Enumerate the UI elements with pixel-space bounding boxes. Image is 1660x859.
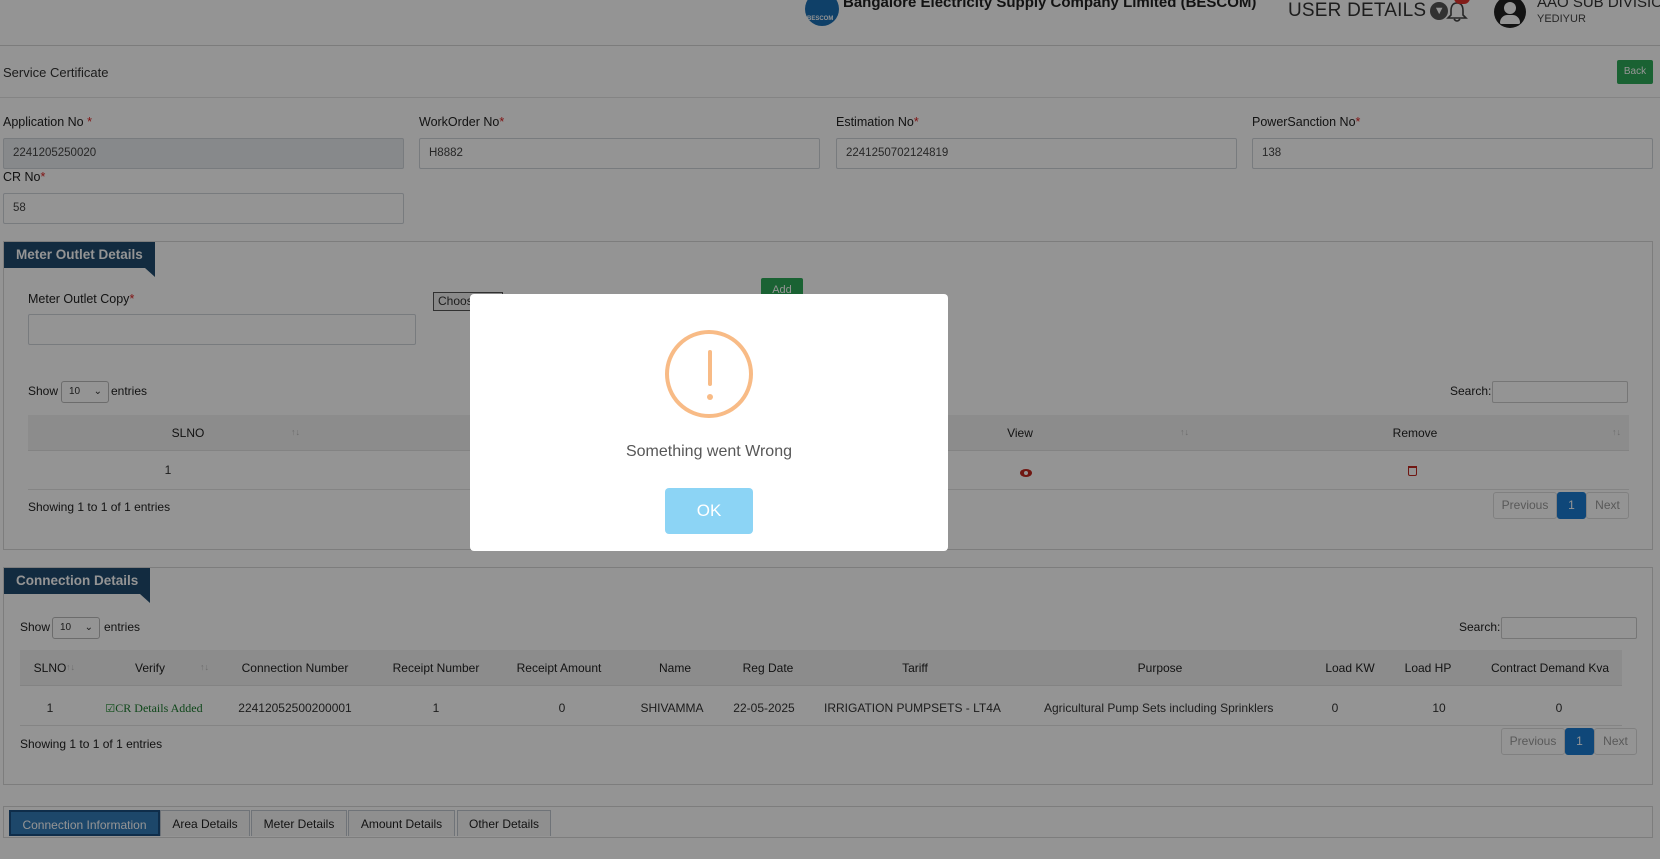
alert-message: Something went Wrong [625, 443, 792, 460]
page-root: BESCOM Bangalore Electricity Supply Comp… [0, 0, 1660, 859]
ok-button[interactable]: OK [665, 488, 753, 534]
warning-icon [665, 330, 753, 418]
alert-dialog: Something went Wrong OK [470, 294, 948, 551]
